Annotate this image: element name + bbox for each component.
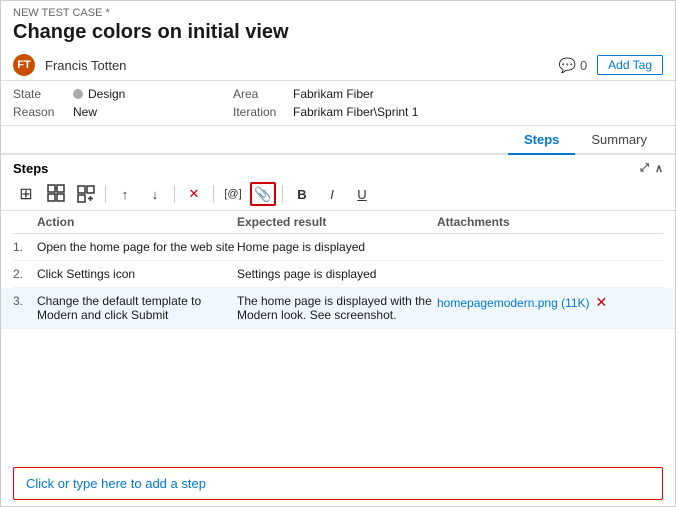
tabs-row: Steps Summary <box>1 126 675 155</box>
title-bar: NEW TEST CASE * Change colors on initial… <box>1 1 675 50</box>
create-shared-step-icon[interactable] <box>73 182 99 206</box>
step-num: 3. <box>13 294 37 308</box>
state-label: State <box>13 87 73 101</box>
tab-summary[interactable]: Summary <box>575 126 663 155</box>
step-num: 1. <box>13 240 37 254</box>
toolbar: ⊞ <box>1 180 675 211</box>
attachment-icon[interactable]: 📎 <box>250 182 276 206</box>
work-item-title[interactable]: Change colors on initial view <box>13 21 663 44</box>
col-attachments-header: Attachments <box>437 215 663 229</box>
underline-icon[interactable]: U <box>349 182 375 206</box>
table-row[interactable]: 3. Change the default template to Modern… <box>1 288 675 329</box>
reason-value[interactable]: New <box>73 105 233 119</box>
steps-container: 1. Open the home page for the web site H… <box>13 234 663 329</box>
comment-count: 0 <box>580 58 587 73</box>
area-label: Area <box>233 87 293 101</box>
col-expected-header: Expected result <box>237 215 437 229</box>
step-num: 2. <box>13 267 37 281</box>
avatar: FT <box>13 54 35 76</box>
step-action[interactable]: Open the home page for the web site <box>37 240 237 254</box>
iteration-value[interactable]: Fabrikam Fiber\Sprint 1 <box>293 105 663 119</box>
steps-section: Steps ⤢ ∧ ⊞ <box>1 155 675 506</box>
fields-section: State Design Area Fabrikam Fiber Reason … <box>1 81 675 126</box>
header-row: FT Francis Totten 💬 0 Add Tag <box>1 50 675 81</box>
step-attachment: homepagemodern.png (11K) ✕ <box>437 294 663 311</box>
attachment-link[interactable]: homepagemodern.png (11K) <box>437 296 590 310</box>
iteration-label: Iteration <box>233 105 293 119</box>
add-tag-button[interactable]: Add Tag <box>597 55 663 75</box>
col-headers: Action Expected result Attachments <box>13 211 663 234</box>
attachment-delete-icon[interactable]: ✕ <box>596 294 608 311</box>
step-action[interactable]: Click Settings icon <box>37 267 237 281</box>
italic-icon[interactable]: I <box>319 182 345 206</box>
state-dot <box>73 89 83 99</box>
insert-shared-step-icon[interactable] <box>43 182 69 206</box>
steps-header-icons: ⤢ ∧ <box>640 162 663 175</box>
add-step-row[interactable]: Click or type here to add a step <box>13 467 663 500</box>
toolbar-sep-3 <box>213 185 214 203</box>
step-expected[interactable]: Settings page is displayed <box>237 267 437 281</box>
collapse-icon[interactable]: ∧ <box>655 162 663 175</box>
col-action-header: Action <box>37 215 237 229</box>
step-action[interactable]: Change the default template to Modern an… <box>37 294 237 322</box>
table-row[interactable]: 1. Open the home page for the web site H… <box>13 234 663 261</box>
new-test-case-label: NEW TEST CASE * <box>13 7 663 19</box>
tab-steps[interactable]: Steps <box>508 126 575 155</box>
comment-area: 💬 0 <box>559 57 588 74</box>
insert-step-icon[interactable]: ⊞ <box>13 182 39 206</box>
move-down-icon[interactable]: ↓ <box>142 182 168 206</box>
toolbar-sep-2 <box>174 185 175 203</box>
col-num-header <box>13 215 37 229</box>
steps-header: Steps ⤢ ∧ <box>1 155 675 180</box>
assigned-name[interactable]: Francis Totten <box>45 58 549 73</box>
table-row[interactable]: 2. Click Settings icon Settings page is … <box>13 261 663 288</box>
steps-table: Action Expected result Attachments 1. Op… <box>1 211 675 461</box>
step-expected[interactable]: The home page is displayed with the Mode… <box>237 294 437 322</box>
toolbar-sep-1 <box>105 185 106 203</box>
steps-title: Steps <box>13 161 48 176</box>
toolbar-sep-4 <box>282 185 283 203</box>
main-window: NEW TEST CASE * Change colors on initial… <box>0 0 676 507</box>
area-value[interactable]: Fabrikam Fiber <box>293 87 663 101</box>
step-expected[interactable]: Home page is displayed <box>237 240 437 254</box>
bold-icon[interactable]: B <box>289 182 315 206</box>
state-value[interactable]: Design <box>73 87 233 101</box>
delete-step-icon[interactable]: ✕ <box>181 182 207 206</box>
state-text: Design <box>88 87 125 101</box>
reason-label: Reason <box>13 105 73 119</box>
comment-icon: 💬 <box>559 57 576 74</box>
expand-icon[interactable]: ⤢ <box>640 162 649 175</box>
move-up-icon[interactable]: ↑ <box>112 182 138 206</box>
insert-param-icon[interactable]: [@] <box>220 182 246 206</box>
